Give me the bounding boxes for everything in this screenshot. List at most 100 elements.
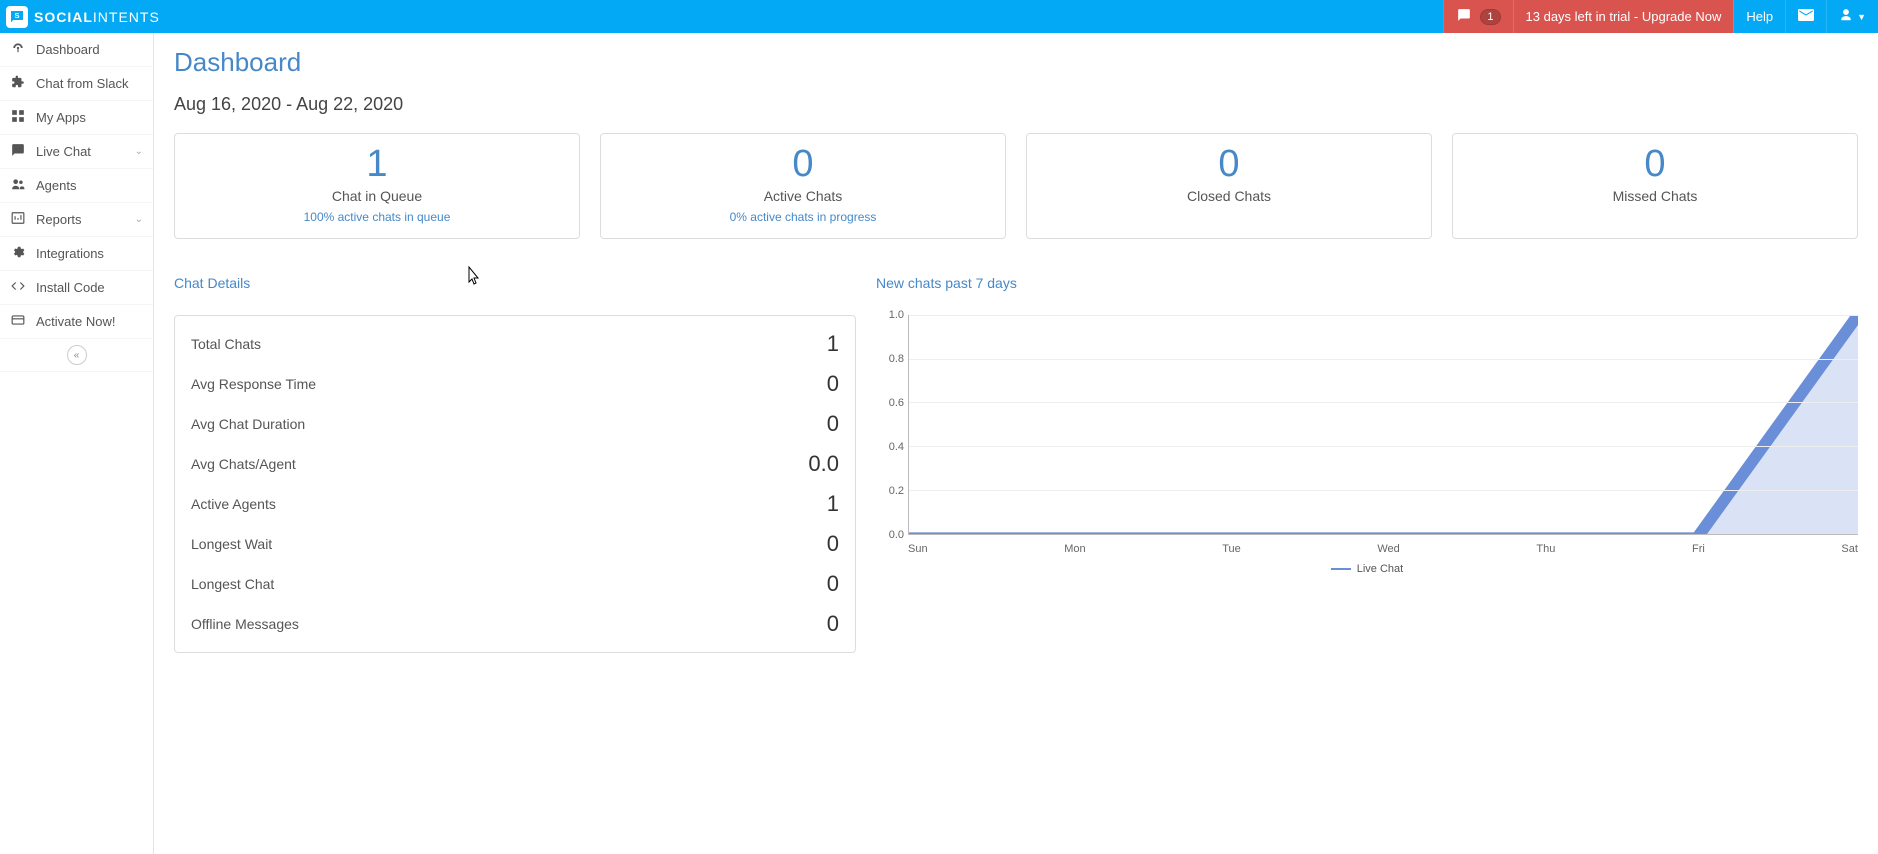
date-range: Aug 16, 2020 - Aug 22, 2020 — [174, 94, 1858, 115]
brand-area[interactable]: S SOCIALINTENTS — [0, 6, 160, 28]
notifications-button[interactable]: 1 — [1443, 0, 1512, 33]
chart-xtick: Sun — [908, 543, 928, 555]
chart-legend: Live Chat — [876, 563, 1858, 575]
sidebar-item-install-code[interactable]: Install Code — [0, 271, 153, 305]
stat-value: 0 — [1037, 144, 1421, 186]
detail-label: Offline Messages — [191, 616, 299, 632]
sidebar-item-my-apps[interactable]: My Apps — [0, 101, 153, 135]
stat-value: 1 — [185, 144, 569, 186]
detail-value: 0 — [827, 611, 839, 637]
detail-row-active-agents: Active Agents 1 — [191, 484, 839, 524]
card-icon — [10, 313, 26, 330]
help-button[interactable]: Help — [1733, 0, 1785, 33]
brand-text: SOCIALINTENTS — [34, 9, 160, 25]
new-chats-chart: 0.00.20.40.60.81.0SunMonTueWedThuFriSatL… — [876, 315, 1858, 575]
topbar-actions: 1 13 days left in trial - Upgrade Now He… — [1443, 0, 1878, 33]
chat-details-title: Chat Details — [174, 275, 856, 291]
chart-xtick: Tue — [1222, 543, 1241, 555]
puzzle-icon — [10, 75, 26, 92]
chart-ytick: 0.2 — [876, 485, 904, 497]
sidebar-item-label: My Apps — [36, 110, 143, 125]
page-title: Dashboard — [174, 47, 1858, 78]
chevron-down-icon: ⌄ — [135, 146, 143, 157]
sidebar-item-activate-now-[interactable]: Activate Now! — [0, 305, 153, 339]
sidebar-item-live-chat[interactable]: Live Chat ⌄ — [0, 135, 153, 169]
chart-ytick: 1.0 — [876, 309, 904, 321]
sidebar-item-label: Chat from Slack — [36, 76, 143, 91]
main-content: Dashboard Aug 16, 2020 - Aug 22, 2020 1 C… — [154, 33, 1878, 854]
detail-row-total-chats: Total Chats1 — [191, 324, 839, 364]
chart-ytick: 0.8 — [876, 353, 904, 365]
sidebar-item-label: Agents — [36, 178, 143, 193]
detail-row-avg-response-time: Avg Response Time0 — [191, 364, 839, 404]
chart-icon — [10, 211, 26, 228]
stat-label: Missed Chats — [1463, 188, 1847, 204]
trial-upgrade-button[interactable]: 13 days left in trial - Upgrade Now — [1513, 0, 1734, 33]
logo-icon: S — [6, 6, 28, 28]
sidebar-item-label: Reports — [36, 212, 125, 227]
stat-card-closed-chats[interactable]: 0 Closed Chats — [1026, 133, 1432, 239]
stat-label: Closed Chats — [1037, 188, 1421, 204]
trial-text: 13 days left in trial - Upgrade Now — [1526, 9, 1722, 24]
stat-value: 0 — [611, 144, 995, 186]
legend-swatch — [1331, 568, 1351, 570]
detail-label: Avg Chat Duration — [191, 416, 305, 432]
help-label: Help — [1746, 9, 1773, 24]
users-icon — [10, 177, 26, 194]
mail-button[interactable] — [1785, 0, 1826, 33]
dash-icon — [10, 41, 26, 58]
detail-label: Longest Chat — [191, 576, 274, 592]
stat-label: Active Chats — [611, 188, 995, 204]
sidebar-item-agents[interactable]: Agents — [0, 169, 153, 203]
detail-row-avg-chats-agent: Avg Chats/Agent 0.0 — [191, 444, 839, 484]
sidebar-item-chat-from-slack[interactable]: Chat from Slack — [0, 67, 153, 101]
detail-row-offline-messages: Offline Messages 0 — [191, 604, 839, 644]
topbar: S SOCIALINTENTS 1 13 days left in trial … — [0, 0, 1878, 33]
caret-down-icon: ▼ — [1857, 12, 1866, 22]
chart-ytick: 0.4 — [876, 441, 904, 453]
chat-bubble-icon — [1456, 8, 1472, 25]
detail-value: 0 — [827, 571, 839, 597]
stat-cards-row: 1 Chat in Queue 100% active chats in queue… — [174, 133, 1858, 239]
chart-xtick: Fri — [1692, 543, 1705, 555]
sidebar-item-label: Integrations — [36, 246, 143, 261]
chart-xtick: Sat — [1841, 543, 1858, 555]
sidebar-item-label: Install Code — [36, 280, 143, 295]
chart-xtick: Mon — [1064, 543, 1085, 555]
svg-text:S: S — [14, 10, 19, 19]
detail-value: 0 — [827, 371, 839, 397]
detail-label: Active Agents — [191, 496, 276, 512]
detail-label: Avg Chats/Agent — [191, 456, 296, 472]
detail-row-longest-wait: Longest Wait 0 — [191, 524, 839, 564]
chart-title: New chats past 7 days — [876, 275, 1858, 291]
detail-value: 0 — [827, 531, 839, 557]
detail-value: 0 — [827, 411, 839, 437]
chart-xtick: Thu — [1536, 543, 1555, 555]
sidebar-item-label: Dashboard — [36, 42, 143, 57]
sidebar-item-label: Live Chat — [36, 144, 125, 159]
detail-row-avg-chat-duration: Avg Chat Duration 0 — [191, 404, 839, 444]
stat-value: 0 — [1463, 144, 1847, 186]
detail-value: 0.0 — [808, 451, 839, 477]
grid-icon — [10, 109, 26, 126]
user-menu-button[interactable]: ▼ — [1826, 0, 1878, 33]
stat-label: Chat in Queue — [185, 188, 569, 204]
sidebar-item-label: Activate Now! — [36, 314, 143, 329]
user-icon — [1839, 8, 1853, 25]
detail-label: Total Chats — [191, 336, 261, 352]
chart-ytick: 0.6 — [876, 397, 904, 409]
sidebar-item-dashboard[interactable]: Dashboard — [0, 33, 153, 67]
detail-label: Longest Wait — [191, 536, 272, 552]
chat-icon — [10, 143, 26, 160]
stat-sublabel: 0% active chats in progress — [611, 210, 995, 224]
detail-value: 1 — [827, 491, 839, 517]
chevron-down-icon: ⌄ — [135, 214, 143, 225]
stat-sublabel: 100% active chats in queue — [185, 210, 569, 224]
sidebar-item-integrations[interactable]: Integrations — [0, 237, 153, 271]
sidebar-item-reports[interactable]: Reports ⌄ — [0, 203, 153, 237]
chart-xtick: Wed — [1377, 543, 1399, 555]
stat-card-active-chats[interactable]: 0 Active Chats 0% active chats in progress — [600, 133, 1006, 239]
stat-card-missed-chats[interactable]: 0 Missed Chats — [1452, 133, 1858, 239]
stat-card-chat-in-queue[interactable]: 1 Chat in Queue 100% active chats in queue — [174, 133, 580, 239]
sidebar-collapse-button[interactable]: « — [67, 345, 87, 365]
